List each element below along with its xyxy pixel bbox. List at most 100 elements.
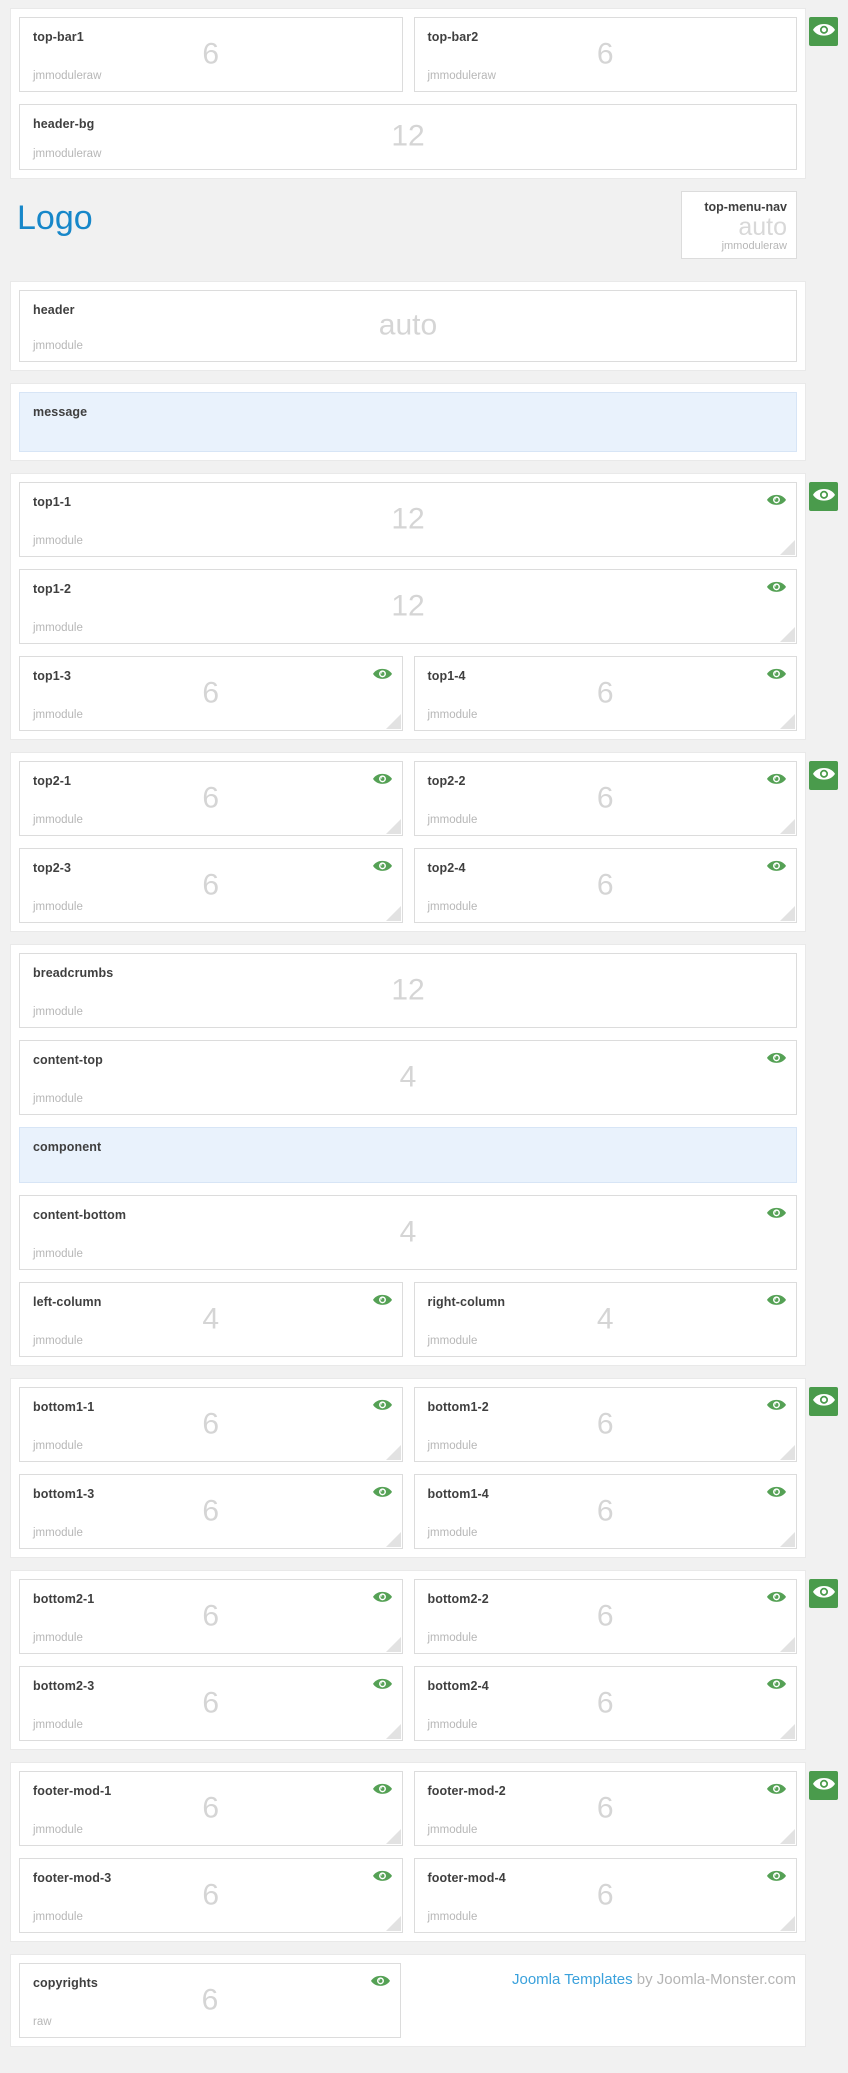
logo-row: Logo top-menu-nav auto jmmoduleraw: [10, 191, 806, 269]
module-span-value: 6: [415, 1878, 797, 1912]
module-style-label: jmmodule: [428, 1719, 478, 1731]
eye-icon[interactable]: [373, 1591, 392, 1604]
module-span-value: 6: [415, 1599, 797, 1633]
eye-icon[interactable]: [767, 1591, 786, 1604]
eye-icon[interactable]: [373, 773, 392, 786]
eye-icon[interactable]: [373, 860, 392, 873]
resize-handle[interactable]: [386, 906, 401, 921]
resize-handle[interactable]: [386, 1532, 401, 1547]
module-box-left-column: left-column 4 jmmodule: [19, 1282, 403, 1357]
eye-icon[interactable]: [767, 1870, 786, 1883]
eye-icon[interactable]: [373, 668, 392, 681]
resize-handle[interactable]: [780, 1637, 795, 1652]
resize-handle[interactable]: [386, 1829, 401, 1844]
resize-handle[interactable]: [780, 714, 795, 729]
section-visibility-button[interactable]: [809, 482, 838, 511]
resize-handle[interactable]: [780, 1724, 795, 1739]
module-box-message: message: [19, 392, 797, 452]
section-bottom2: bottom2-1 6 jmmodule bottom2-2 6 jmmodul…: [10, 1570, 806, 1750]
eye-icon[interactable]: [767, 1783, 786, 1796]
module-style-label: jmmodule: [428, 1632, 478, 1644]
resize-handle[interactable]: [780, 1445, 795, 1460]
module-span-value: 12: [20, 973, 796, 1007]
eye-icon[interactable]: [371, 1975, 390, 1988]
module-span-value: 6: [415, 37, 797, 71]
resize-handle[interactable]: [780, 1916, 795, 1931]
resize-handle[interactable]: [780, 819, 795, 834]
module-span-value: 6: [20, 37, 402, 71]
resize-handle[interactable]: [780, 906, 795, 921]
resize-handle[interactable]: [386, 1637, 401, 1652]
resize-handle[interactable]: [386, 819, 401, 834]
module-box-right-column: right-column 4 jmmodule: [414, 1282, 798, 1357]
eye-icon[interactable]: [767, 1207, 786, 1220]
eye-icon[interactable]: [373, 1678, 392, 1691]
eye-icon[interactable]: [767, 581, 786, 594]
resize-handle[interactable]: [386, 1916, 401, 1931]
eye-icon: [813, 23, 835, 40]
module-span-value: 6: [20, 1791, 402, 1825]
module-box-top2-1: top2-1 6 jmmodule: [19, 761, 403, 836]
resize-handle[interactable]: [386, 1445, 401, 1460]
module-style-label: jmmodule: [428, 1824, 478, 1836]
eye-icon[interactable]: [373, 1783, 392, 1796]
module-box-top1-3: top1-3 6 jmmodule: [19, 656, 403, 731]
resize-handle[interactable]: [386, 714, 401, 729]
module-style-label: jmmodule: [33, 814, 83, 826]
module-style-label: jmmodule: [428, 1440, 478, 1452]
section-bottom1: bottom1-1 6 jmmodule bottom1-2 6 jmmodul…: [10, 1378, 806, 1558]
module-box-top1-1: top1-1 12 jmmodule: [19, 482, 797, 557]
eye-icon[interactable]: [767, 1399, 786, 1412]
section-visibility-button[interactable]: [809, 17, 838, 46]
module-box-breadcrumbs: breadcrumbs 12 jmmodule: [19, 953, 797, 1028]
module-box-copyrights: copyrights 6 raw: [19, 1963, 401, 2038]
eye-icon: [813, 1585, 835, 1602]
eye-icon[interactable]: [373, 1399, 392, 1412]
joomla-templates-link[interactable]: Joomla Templates: [512, 1971, 633, 1988]
section-top1: top1-1 12 jmmodule top1-2 12 jmmodule to…: [10, 473, 806, 740]
eye-icon[interactable]: [767, 860, 786, 873]
resize-handle[interactable]: [780, 1829, 795, 1844]
eye-icon[interactable]: [373, 1294, 392, 1307]
module-box-top2-2: top2-2 6 jmmodule: [414, 761, 798, 836]
module-box-bottom2-4: bottom2-4 6 jmmodule: [414, 1666, 798, 1741]
eye-icon[interactable]: [767, 1486, 786, 1499]
module-span-value: auto: [20, 308, 796, 342]
eye-icon[interactable]: [767, 494, 786, 507]
module-style-label: jmmodule: [33, 1335, 83, 1347]
module-style-label: jmmodule: [33, 901, 83, 913]
module-span-value: 6: [20, 1983, 400, 2017]
module-box-top-bar1: top-bar1 6 jmmoduleraw: [19, 17, 403, 92]
eye-icon[interactable]: [767, 1294, 786, 1307]
module-box-bottom1-3: bottom1-3 6 jmmodule: [19, 1474, 403, 1549]
resize-handle[interactable]: [780, 627, 795, 642]
section-header: header auto jmmodule: [10, 281, 806, 371]
module-box-footer-mod-3: footer-mod-3 6 jmmodule: [19, 1858, 403, 1933]
eye-icon[interactable]: [767, 773, 786, 786]
module-box-component: component: [19, 1127, 797, 1183]
module-box-top1-4: top1-4 6 jmmodule: [414, 656, 798, 731]
eye-icon[interactable]: [373, 1870, 392, 1883]
module-style-label: raw: [33, 2016, 52, 2028]
resize-handle[interactable]: [780, 1532, 795, 1547]
module-span-value: 6: [20, 868, 402, 902]
module-style-label: jmmodule: [33, 1911, 83, 1923]
eye-icon[interactable]: [767, 1678, 786, 1691]
module-position-label: message: [33, 405, 87, 419]
module-span-value: 6: [20, 1878, 402, 1912]
section-visibility-button[interactable]: [809, 761, 838, 790]
resize-handle[interactable]: [386, 1724, 401, 1739]
eye-icon[interactable]: [767, 668, 786, 681]
module-style-label: jmmodule: [33, 1824, 83, 1836]
template-credit: Joomla Templates by Joomla-Monster.com: [412, 1963, 797, 2038]
section-visibility-button[interactable]: [809, 1387, 838, 1416]
section-visibility-button[interactable]: [809, 1579, 838, 1608]
eye-icon[interactable]: [373, 1486, 392, 1499]
module-style-label: jmmodule: [428, 1911, 478, 1923]
module-style-label: jmmodule: [428, 709, 478, 721]
section-visibility-button[interactable]: [809, 1771, 838, 1800]
resize-handle[interactable]: [780, 540, 795, 555]
eye-icon: [813, 1393, 835, 1410]
module-box-top-menu-nav: top-menu-nav auto jmmoduleraw: [681, 191, 797, 259]
eye-icon[interactable]: [767, 1052, 786, 1065]
